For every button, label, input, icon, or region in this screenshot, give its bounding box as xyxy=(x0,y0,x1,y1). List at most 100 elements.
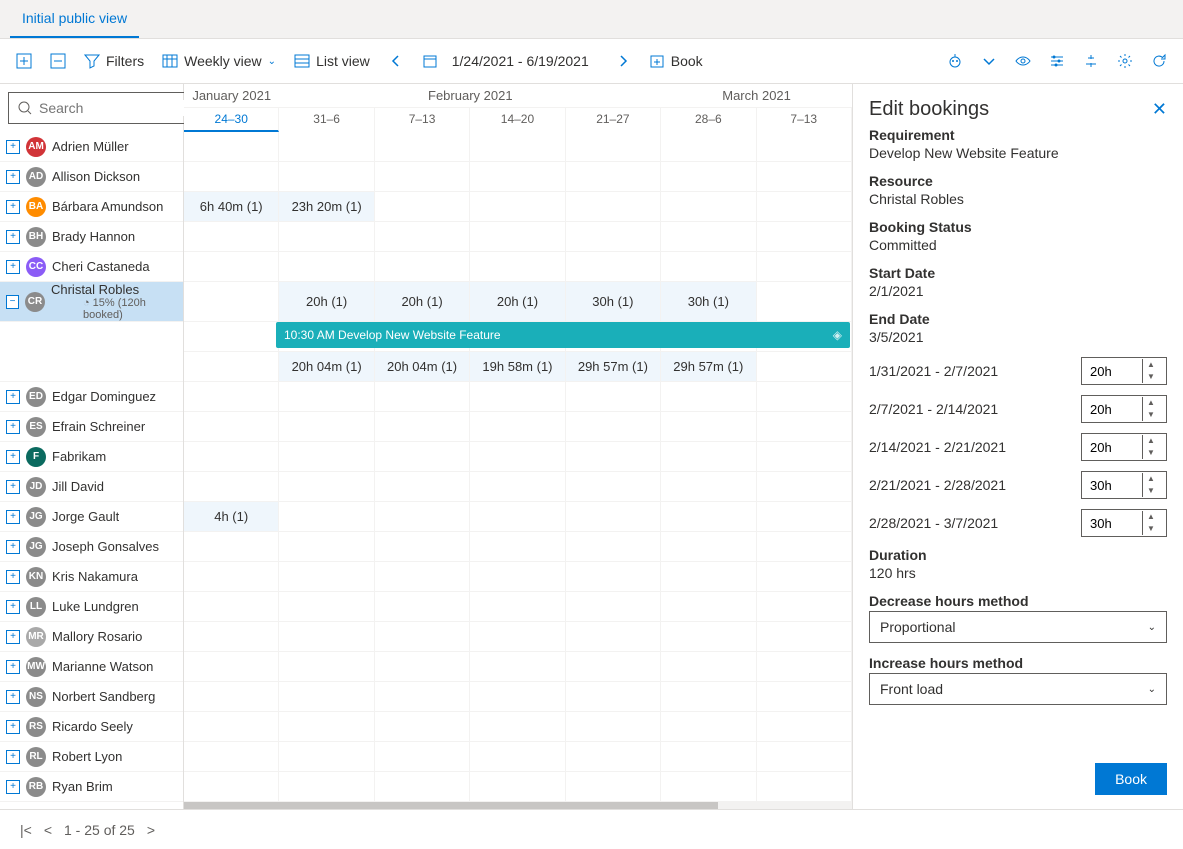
timeline-cell[interactable] xyxy=(279,382,374,411)
timeline-cell[interactable] xyxy=(661,532,756,561)
timeline-cell[interactable] xyxy=(757,412,852,441)
list-view-button[interactable]: List view xyxy=(288,47,376,75)
timeline-cell[interactable] xyxy=(757,382,852,411)
timeline-cell[interactable] xyxy=(661,502,756,531)
resource-row[interactable]: RBRyan Brim xyxy=(0,772,183,802)
timeline-cell[interactable] xyxy=(757,592,852,621)
timeline-cell[interactable] xyxy=(375,622,470,651)
timeline-cell[interactable] xyxy=(279,222,374,251)
timeline-cell[interactable] xyxy=(375,682,470,711)
timeline-cell[interactable] xyxy=(279,772,374,801)
timeline-cell[interactable] xyxy=(184,772,279,801)
chevron-down-icon[interactable] xyxy=(975,47,1003,75)
timeline-cell[interactable] xyxy=(279,412,374,441)
timeline-cell[interactable] xyxy=(470,162,565,191)
timeline-cell[interactable] xyxy=(375,472,470,501)
timeline-cell[interactable] xyxy=(757,562,852,591)
timeline-cell[interactable]: 30h (1) xyxy=(566,282,661,321)
timeline-cell[interactable] xyxy=(661,382,756,411)
timeline-cell[interactable] xyxy=(279,712,374,741)
timeline-cell[interactable]: 20h (1) xyxy=(279,282,374,321)
timeline-cell[interactable] xyxy=(279,532,374,561)
expand-toggle[interactable] xyxy=(6,420,20,434)
week-header[interactable]: 31–6 xyxy=(279,108,374,132)
resource-row[interactable]: JGJorge Gault xyxy=(0,502,183,532)
timeline-cell[interactable] xyxy=(757,742,852,771)
resource-row[interactable]: BHBrady Hannon xyxy=(0,222,183,252)
increase-method-select[interactable]: Front load⌄ xyxy=(869,673,1167,705)
timeline-cell[interactable] xyxy=(661,772,756,801)
expand-toggle[interactable] xyxy=(6,230,20,244)
timeline-cell[interactable] xyxy=(566,772,661,801)
timeline-cell[interactable] xyxy=(470,772,565,801)
spinner-down[interactable]: ▼ xyxy=(1143,447,1159,459)
expand-toggle[interactable] xyxy=(6,390,20,404)
timeline-cell[interactable]: 20h (1) xyxy=(375,282,470,321)
prev-page-button[interactable]: < xyxy=(44,822,52,838)
week-header[interactable]: 7–13 xyxy=(757,108,852,132)
timeline-cell[interactable] xyxy=(375,532,470,561)
expand-toggle[interactable] xyxy=(6,510,20,524)
horizontal-scrollbar[interactable] xyxy=(184,802,852,809)
timeline-cell[interactable] xyxy=(375,592,470,621)
book-submit-button[interactable]: Book xyxy=(1095,763,1167,795)
spinner-up[interactable]: ▲ xyxy=(1143,511,1159,523)
timeline-cell[interactable] xyxy=(661,682,756,711)
date-range-picker[interactable]: 1/24/2021 - 6/19/2021 xyxy=(416,47,603,75)
timeline-cell[interactable] xyxy=(757,252,852,281)
timeline-cell[interactable] xyxy=(470,382,565,411)
resource-row[interactable]: ADAllison Dickson xyxy=(0,162,183,192)
timeline-cell[interactable] xyxy=(375,162,470,191)
next-page-button[interactable]: > xyxy=(147,822,155,838)
expand-toggle[interactable] xyxy=(6,480,20,494)
expand-toggle[interactable] xyxy=(6,750,20,764)
timeline-cell[interactable] xyxy=(661,252,756,281)
timeline-cell[interactable] xyxy=(566,622,661,651)
timeline-cell[interactable] xyxy=(279,472,374,501)
timeline-cell[interactable] xyxy=(470,222,565,251)
timeline-cell[interactable] xyxy=(566,562,661,591)
view-mode-dropdown[interactable]: Weekly view⌄ xyxy=(156,47,282,75)
timeline-cell[interactable] xyxy=(661,222,756,251)
timeline-cell[interactable] xyxy=(375,192,470,221)
timeline-cell[interactable] xyxy=(279,652,374,681)
hours-spinner[interactable]: ▲▼ xyxy=(1081,471,1167,499)
timeline-cell[interactable] xyxy=(566,472,661,501)
tab-initial-public-view[interactable]: Initial public view xyxy=(10,0,139,38)
hours-spinner[interactable]: ▲▼ xyxy=(1081,357,1167,385)
timeline-cell[interactable] xyxy=(566,412,661,441)
timeline-cell[interactable] xyxy=(375,132,470,161)
timeline-cell[interactable] xyxy=(661,442,756,471)
timeline-cell[interactable]: 23h 20m (1) xyxy=(279,192,374,221)
timeline-cell[interactable] xyxy=(279,132,374,161)
timeline-cell[interactable] xyxy=(184,742,279,771)
spinner-up[interactable]: ▲ xyxy=(1143,397,1159,409)
timeline-cell[interactable] xyxy=(184,472,279,501)
expand-toggle[interactable] xyxy=(6,630,20,644)
timeline-cell[interactable] xyxy=(184,412,279,441)
timeline-cell[interactable] xyxy=(661,712,756,741)
list-settings-icon[interactable] xyxy=(1043,47,1071,75)
expand-toggle[interactable] xyxy=(6,140,20,154)
timeline-cell[interactable] xyxy=(661,742,756,771)
timeline-cell[interactable]: 6h 40m (1) xyxy=(184,192,279,221)
timeline-cell[interactable] xyxy=(566,502,661,531)
timeline-cell[interactable] xyxy=(375,712,470,741)
timeline-cell[interactable]: 29h 57m (1) xyxy=(566,352,661,381)
spinner-down[interactable]: ▼ xyxy=(1143,409,1159,421)
timeline-cell[interactable] xyxy=(757,472,852,501)
resource-row[interactable]: LLLuke Lundgren xyxy=(0,592,183,622)
spinner-up[interactable]: ▲ xyxy=(1143,473,1159,485)
resource-row[interactable]: RLRobert Lyon xyxy=(0,742,183,772)
timeline-cell[interactable] xyxy=(661,592,756,621)
week-header[interactable]: 7–13 xyxy=(375,108,470,132)
hours-spinner[interactable]: ▲▼ xyxy=(1081,433,1167,461)
timeline-cell[interactable] xyxy=(566,442,661,471)
spinner-down[interactable]: ▼ xyxy=(1143,485,1159,497)
timeline-cell[interactable] xyxy=(375,252,470,281)
expand-toggle[interactable] xyxy=(6,600,20,614)
timeline-cell[interactable] xyxy=(757,682,852,711)
timeline-cell[interactable] xyxy=(661,192,756,221)
timeline-cell[interactable] xyxy=(757,222,852,251)
timeline-cell[interactable] xyxy=(184,442,279,471)
